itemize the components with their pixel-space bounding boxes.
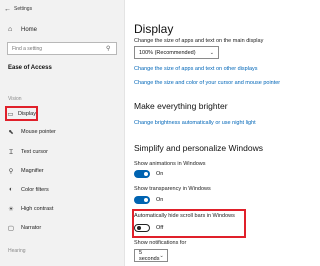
section-title: Ease of Access xyxy=(8,65,52,71)
sidebar-item-label: Mouse pointer xyxy=(21,128,56,135)
notifications-dropdown-value: 5 seconds xyxy=(139,249,160,262)
group-label-vision: Vision xyxy=(8,96,22,102)
group-label-hearing: Hearing xyxy=(8,248,26,254)
back-arrow-icon[interactable]: ← xyxy=(4,6,14,13)
brighter-heading: Make everything brighter xyxy=(134,101,228,111)
scrollbars-highlight-box xyxy=(132,209,246,238)
chevron-down-icon: ⌄ xyxy=(209,49,214,56)
page-title: Display xyxy=(134,22,174,36)
text-cursor-icon: Ɪ xyxy=(9,149,13,156)
notifications-label: Show notifications for xyxy=(134,240,187,246)
animations-toggle-row[interactable]: On xyxy=(134,170,163,178)
scale-dropdown-value: 100% (Recommended) xyxy=(139,49,196,56)
sidebar-item-narrator[interactable]: ▢ Narrator xyxy=(5,220,121,235)
sidebar-item-label: Magnifier xyxy=(21,167,44,174)
chevron-down-icon: ⌄ xyxy=(159,252,164,259)
sidebar-item-text-cursor[interactable]: Ɪ Text cursor xyxy=(5,144,121,159)
sidebar-item-label: Text cursor xyxy=(21,148,48,155)
magnifier-icon: ⚲ xyxy=(8,167,14,175)
link-brightness[interactable]: Change brightness automatically or use n… xyxy=(134,120,256,126)
transparency-state: On xyxy=(156,197,164,203)
sidebar-item-high-contrast[interactable]: ☀ High contrast xyxy=(5,201,121,216)
sidebar-item-mouse-pointer[interactable]: ⬉ Mouse pointer xyxy=(5,124,121,139)
sidebar: ← Settings ⌂ Home ⚲ Ease of Access Visio… xyxy=(0,0,125,266)
size-description: Change the size of apps and text on the … xyxy=(134,38,264,44)
narrator-icon: ▢ xyxy=(7,224,15,232)
sidebar-item-display[interactable]: ▭ Display xyxy=(5,106,38,121)
transparency-toggle-row[interactable]: On xyxy=(134,196,163,204)
transparency-toggle[interactable] xyxy=(134,196,150,204)
notifications-dropdown[interactable]: 5 seconds ⌄ xyxy=(134,249,168,262)
display-icon: ▭ xyxy=(7,110,14,118)
sidebar-item-magnifier[interactable]: ⚲ Magnifier xyxy=(5,163,121,178)
home-label: Home xyxy=(21,26,38,33)
animations-state: On xyxy=(156,171,164,177)
search-input[interactable] xyxy=(12,45,104,52)
sidebar-item-label: High contrast xyxy=(21,205,54,212)
scale-dropdown[interactable]: 100% (Recommended) ⌄ xyxy=(134,46,219,59)
high-contrast-icon: ☀ xyxy=(8,205,14,213)
home-nav-item[interactable]: ⌂ Home xyxy=(8,26,37,33)
search-icon[interactable]: ⚲ xyxy=(106,45,110,52)
sidebar-item-label: Display xyxy=(17,110,36,117)
search-box[interactable]: ⚲ xyxy=(7,42,117,55)
animations-toggle[interactable] xyxy=(134,170,150,178)
link-cursor-pointer[interactable]: Change the size and color of your cursor… xyxy=(134,80,280,86)
animations-label: Show animations in Windows xyxy=(134,161,206,167)
mouse-pointer-icon: ⬉ xyxy=(8,128,14,136)
sidebar-item-color-filters[interactable]: ◐ Color filters xyxy=(5,182,121,197)
home-icon: ⌂ xyxy=(8,26,13,33)
sidebar-item-label: Narrator xyxy=(21,224,42,231)
transparency-label: Show transparency in Windows xyxy=(134,186,211,192)
link-other-displays[interactable]: Change the size of apps and text on othe… xyxy=(134,66,258,72)
window-title: Settings xyxy=(14,6,33,12)
simplify-heading: Simplify and personalize Windows xyxy=(134,143,263,153)
title-bar: ← Settings xyxy=(4,4,32,14)
sidebar-item-label: Color filters xyxy=(21,186,49,193)
color-filters-icon: ◐ xyxy=(9,186,13,193)
